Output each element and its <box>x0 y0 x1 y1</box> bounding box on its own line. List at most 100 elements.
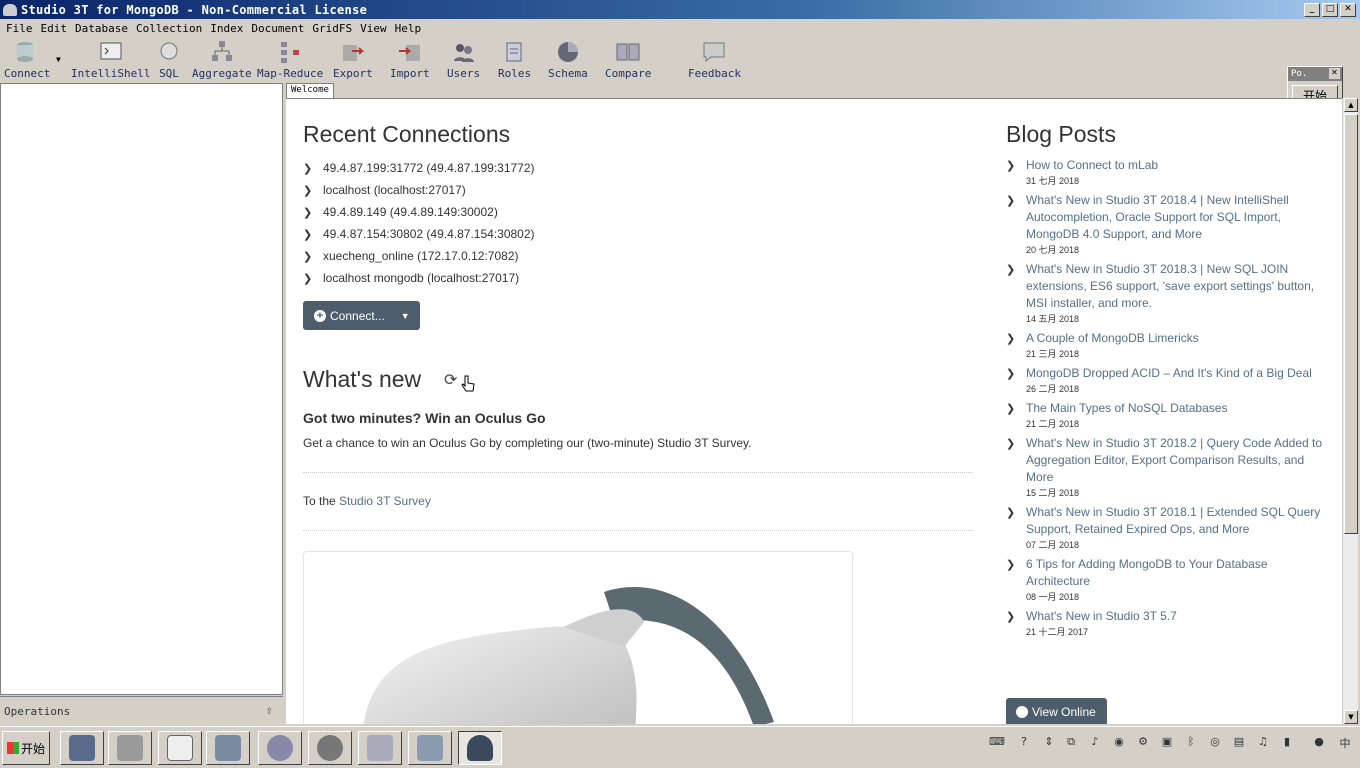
menu-bar: File Edit Database Collection Index Docu… <box>0 19 1360 37</box>
feedback-button[interactable]: Feedback <box>688 39 741 80</box>
connection-item[interactable]: ❯ 49.4.89.149 (49.4.89.149:30002) <box>303 201 535 223</box>
user-tray-icon[interactable]: ● <box>1310 735 1328 753</box>
tray-expand-icon[interactable]: ⇕ <box>1040 735 1058 753</box>
minimize-button[interactable]: _ <box>1304 2 1320 17</box>
title-bar: Studio 3T for MongoDB - Non-Commercial L… <box>0 0 1360 19</box>
notification-icon[interactable]: ♪ <box>1086 735 1104 753</box>
compare-button[interactable]: Compare <box>605 39 651 80</box>
schema-button[interactable]: Schema <box>548 39 588 80</box>
signal-icon[interactable]: ▮ <box>1278 735 1296 753</box>
taskbar-app-virtualbox[interactable] <box>206 731 250 765</box>
roles-button[interactable]: Roles <box>498 39 531 80</box>
scroll-thumb[interactable] <box>1344 114 1358 534</box>
help-icon[interactable]: ? <box>1015 735 1033 753</box>
network-icon[interactable]: ⧉ <box>1062 735 1080 753</box>
connection-item[interactable]: ❯ xuecheng_online (172.17.0.12:7082) <box>303 245 535 267</box>
menu-help[interactable]: Help <box>391 22 426 35</box>
pin-icon[interactable]: ⇪ <box>266 703 273 717</box>
sql-button[interactable]: SQL <box>156 39 182 80</box>
connect-button[interactable]: + Connect... ▼ <box>303 301 420 330</box>
blog-post-item[interactable]: ❯ 6 Tips for Adding MongoDB to Your Datab… <box>1006 556 1326 604</box>
chevron-right-icon: ❯ <box>1006 160 1016 172</box>
aggregate-button[interactable]: Aggregate <box>192 39 252 80</box>
menu-document[interactable]: Document <box>247 22 308 35</box>
export-button[interactable]: Export <box>333 39 373 80</box>
vr-headset-image <box>363 587 774 724</box>
clipboard-icon[interactable]: ▤ <box>1230 735 1248 753</box>
whats-new-title: What's new <box>303 366 422 392</box>
import-button[interactable]: Import <box>390 39 430 80</box>
connection-item[interactable]: ❯ localhost (localhost:27017) <box>303 179 535 201</box>
chevron-right-icon: ❯ <box>1006 264 1016 276</box>
welcome-page: Recent Connections ❯ 49.4.87.199:31772 (4… <box>286 98 1342 724</box>
scroll-up-arrow-icon[interactable]: ▲ <box>1344 98 1358 112</box>
volume-icon[interactable]: ♫ <box>1254 735 1272 753</box>
connect-button-label: Connect... <box>330 308 385 323</box>
map-reduce-button[interactable]: Map-Reduce <box>257 39 323 80</box>
view-online-label: View Online <box>1032 705 1096 719</box>
input-method-icon[interactable]: 中 <box>1336 735 1354 753</box>
blog-post-item[interactable]: ❯ The Main Types of NoSQL Databases 21 二月 … <box>1006 400 1326 431</box>
users-button[interactable]: Users <box>447 39 480 80</box>
menu-view[interactable]: View <box>356 22 391 35</box>
taskbar-app-typora[interactable] <box>158 731 202 765</box>
bluetooth-icon[interactable]: ᛒ <box>1182 735 1200 753</box>
taskbar-app-chrome[interactable] <box>308 731 352 765</box>
blog-post-item[interactable]: ❯ What's New in Studio 3T 2018.4 | New In… <box>1006 192 1326 257</box>
tool-icon <box>367 735 393 761</box>
menu-collection[interactable]: Collection <box>132 22 206 35</box>
window-title: Studio 3T for MongoDB - Non-Commercial L… <box>21 2 368 17</box>
floating-window-close-icon[interactable]: ✕ <box>1329 68 1340 79</box>
blog-post-item[interactable]: ❯ MongoDB Dropped ACID – And It's Kind of… <box>1006 365 1326 396</box>
globe-icon <box>1016 706 1028 718</box>
menu-edit[interactable]: Edit <box>37 22 72 35</box>
web-icon[interactable]: ◎ <box>1206 735 1224 753</box>
compare-icon <box>616 43 640 61</box>
display-icon[interactable]: ▣ <box>1158 735 1176 753</box>
taskbar-app-recorder[interactable] <box>408 731 452 765</box>
connection-item[interactable]: ❯ 49.4.87.199:31772 (49.4.87.199:31772) <box>303 157 535 179</box>
menu-file[interactable]: File <box>2 22 37 35</box>
caret-down-icon[interactable]: ▼ <box>401 311 410 321</box>
settings-tray-icon[interactable]: ⚙ <box>1134 735 1152 753</box>
taskbar-app-studio3t[interactable] <box>458 731 502 765</box>
taskbar-app-tool[interactable] <box>358 731 402 765</box>
blog-post-item[interactable]: ❯ How to Connect to mLab 31 七月 2018 <box>1006 157 1326 188</box>
close-button[interactable]: ✕ <box>1340 2 1356 17</box>
operations-panel: Operations ⇪ <box>0 696 283 724</box>
blog-post-item[interactable]: ❯ What's New in Studio 3T 5.7 21 十二月 2017 <box>1006 608 1326 639</box>
text-editor-icon <box>167 735 193 761</box>
chrome-icon <box>317 735 343 761</box>
connect-button[interactable]: Connect <box>4 39 50 80</box>
survey-link[interactable]: Studio 3T Survey <box>339 494 431 508</box>
intellishell-button[interactable]: IntelliShell <box>71 39 150 80</box>
tab-welcome[interactable]: Welcome <box>286 83 334 99</box>
connection-item[interactable]: ❯ 49.4.87.154:30802 (49.4.87.154:30802) <box>303 223 535 245</box>
globe-tray-icon[interactable]: ◉ <box>1110 735 1128 753</box>
start-button[interactable]: 开始 <box>2 731 50 765</box>
blog-post-item[interactable]: ❯ What's New in Studio 3T 2018.2 | Query … <box>1006 435 1326 500</box>
oculus-go-image <box>303 551 853 724</box>
view-online-button[interactable]: View Online <box>1006 698 1107 724</box>
keyboard-icon[interactable]: ⌨ <box>988 735 1006 753</box>
blog-post-item[interactable]: ❯ What's New in Studio 3T 2018.1 | Extend… <box>1006 504 1326 552</box>
maximize-button[interactable]: □ <box>1322 2 1338 17</box>
feedback-icon <box>703 42 725 63</box>
taskbar-app-eclipse[interactable] <box>258 731 302 765</box>
connect-dropdown-icon[interactable]: ▼ <box>56 55 61 64</box>
virtualbox-icon <box>215 735 241 761</box>
menu-database[interactable]: Database <box>71 22 132 35</box>
menu-index[interactable]: Index <box>206 22 247 35</box>
taskbar-app-explorer[interactable] <box>108 731 152 765</box>
connection-tree-panel[interactable] <box>0 83 283 695</box>
export-icon <box>342 45 365 61</box>
blog-post-item[interactable]: ❯ What's New in Studio 3T 2018.3 | New SQ… <box>1006 261 1326 326</box>
blog-post-item[interactable]: ❯ A Couple of MongoDB Limericks 21 三月 2018 <box>1006 330 1326 361</box>
plus-circle-icon: + <box>314 309 326 322</box>
menu-gridfs[interactable]: GridFS <box>308 22 356 35</box>
connection-item[interactable]: ❯ localhost mongodb (localhost:27017) <box>303 267 535 289</box>
taskbar-app-intellij[interactable] <box>60 731 104 765</box>
vertical-scrollbar[interactable]: ▲ ▼ <box>1342 98 1358 724</box>
refresh-icon[interactable]: ⟳ <box>444 373 460 389</box>
scroll-down-arrow-icon[interactable]: ▼ <box>1344 710 1358 724</box>
